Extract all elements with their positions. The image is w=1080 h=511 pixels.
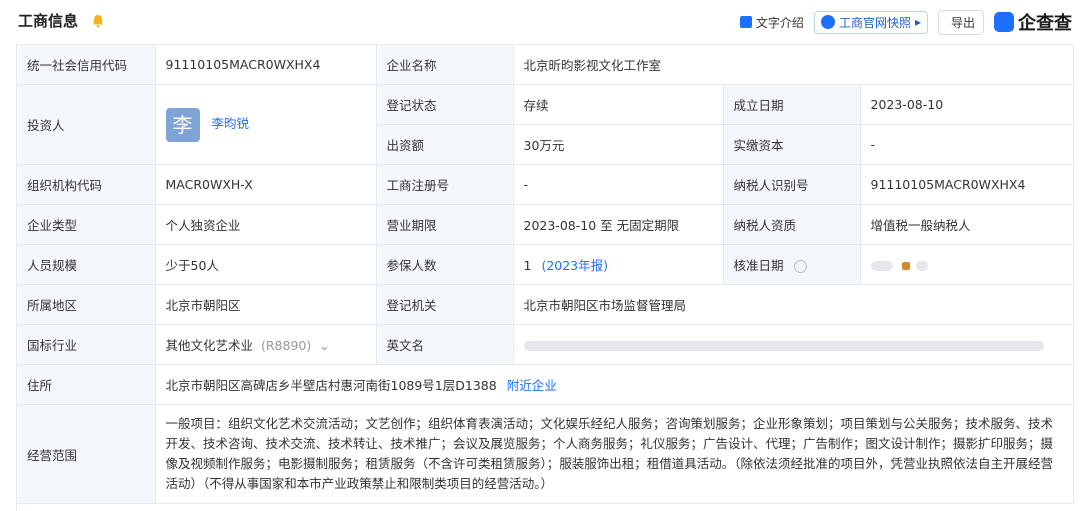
blurred-value — [523, 340, 1044, 351]
approval-date-label: 核准日期 — [733, 258, 784, 273]
scope-label: 经营范围 — [17, 404, 156, 504]
blurred-value — [916, 260, 929, 271]
credit-code-label: 统一社会信用代码 — [17, 45, 156, 85]
region-value: 北京市朝阳区 — [155, 284, 377, 325]
address-label: 住所 — [17, 364, 156, 405]
nearby-companies-link[interactable]: 附近企业 — [507, 378, 557, 393]
authority-value: 北京市朝阳区市场监督管理局 — [513, 284, 1074, 325]
approval-date-label-cell: 核准日期 — [723, 244, 861, 285]
credit-code-value: 91110105MACR0WXHX4 — [155, 45, 377, 85]
biz-reg-value: - — [513, 164, 724, 205]
approval-date-value — [860, 244, 1074, 285]
insured-cell: 1 (2023年报) — [513, 244, 724, 285]
table-row: 企业类型 个人独资企业 营业期限 2023-08-10 至 无固定期限 纳税人资… — [17, 204, 1074, 245]
toolbar: 文字介绍 工商官网快照 ▸ 导出 企查查 — [739, 8, 1072, 36]
paid-capital-value: - — [860, 124, 1074, 165]
english-name-label: 英文名 — [376, 324, 514, 365]
investor-name-link[interactable]: 李昀锐 — [211, 116, 249, 131]
reg-status-value: 存续 — [513, 84, 724, 125]
arrow-right-icon: ▸ — [914, 15, 921, 29]
qcc-logo-icon — [994, 12, 1014, 32]
company-name-value: 北京昕昀影视文化工作室 — [513, 45, 1074, 85]
info-icon[interactable] — [793, 260, 807, 273]
blurred-value — [870, 260, 893, 271]
section-title: 工商信息 — [18, 12, 79, 30]
industry-label: 国标行业 — [17, 324, 156, 365]
english-name-value — [513, 324, 1074, 365]
table-row: 经营范围 一般项目：组织文化艺术交流活动；文艺创作；组织体育表演活动；文化娱乐经… — [17, 404, 1074, 504]
bell-icon — [93, 15, 103, 28]
staff-value: 少于50人 — [155, 244, 377, 285]
company-name-label: 企业名称 — [376, 45, 514, 85]
table-row: 投资人 李 李昀锐 登记状态 存续 成立日期 2023-08-10 — [17, 84, 1074, 165]
text-intro-label: 文字介绍 — [755, 15, 804, 30]
capital-value: 30万元 — [513, 124, 724, 165]
table-row: 国标行业 其他文化艺术业 (R8890) ⌄ 英文名 — [17, 324, 1074, 365]
authority-label: 登记机关 — [376, 284, 514, 325]
business-info-table: 统一社会信用代码 91110105MACR0WXHX4 企业名称 北京昕昀影视文… — [16, 44, 1074, 511]
export-button[interactable]: 导出 — [937, 9, 984, 35]
insured-value: 1 — [523, 258, 532, 273]
staff-label: 人员规模 — [17, 244, 156, 285]
insured-year-link[interactable]: (2023年报) — [541, 258, 608, 273]
tax-id-label: 纳税人识别号 — [723, 164, 861, 205]
term-label: 营业期限 — [376, 204, 514, 245]
industry-cell[interactable]: 其他文化艺术业 (R8890) ⌄ — [155, 324, 377, 365]
company-type-value: 个人独资企业 — [155, 204, 377, 245]
capital-label: 出资额 — [376, 124, 514, 165]
term-value: 2023-08-10 至 无固定期限 — [513, 204, 724, 245]
export-label: 导出 — [950, 15, 975, 30]
avatar: 李 — [165, 107, 200, 142]
investor-label: 投资人 — [17, 84, 156, 165]
industry-code: (R8890) — [261, 338, 312, 353]
insured-label: 参保人数 — [376, 244, 514, 285]
lock-icon[interactable] — [902, 261, 911, 270]
address-value: 北京市朝阳区高碑店乡半壁店村惠河南街1089号1层D1388 — [165, 378, 497, 393]
snapshot-icon — [820, 15, 835, 29]
section-header: 工商信息 文字介绍 工商官网快照 ▸ 导出 企查查 — [0, 0, 1080, 44]
brand-logo: 企查查 — [994, 9, 1072, 35]
taxpayer-qual-value: 增值税一般纳税人 — [860, 204, 1074, 245]
region-label: 所属地区 — [17, 284, 156, 325]
reg-status-label: 登记状态 — [376, 84, 514, 125]
table-row: 统一社会信用代码 91110105MACR0WXHX4 企业名称 北京昕昀影视文… — [17, 45, 1074, 85]
found-date-label: 成立日期 — [723, 84, 861, 125]
scope-value: 一般项目：组织文化艺术交流活动；文艺创作；组织体育表演活动；文化娱乐经纪人服务；… — [155, 404, 1074, 504]
found-date-value: 2023-08-10 — [860, 84, 1074, 125]
org-code-value: MACR0WXH-X — [155, 164, 377, 205]
text-intro-button[interactable]: 文字介绍 — [739, 14, 804, 31]
table-row: 住所 北京市朝阳区高碑店乡半壁店村惠河南街1089号1层D1388 附近企业 — [17, 364, 1074, 405]
table-row: 组织机构代码 MACR0WXH-X 工商注册号 - 纳税人识别号 9111010… — [17, 164, 1074, 205]
table-row: 人员规模 少于50人 参保人数 1 (2023年报) 核准日期 — [17, 244, 1074, 285]
company-type-label: 企业类型 — [17, 204, 156, 245]
tax-id-value: 91110105MACR0WXHX4 — [860, 164, 1074, 205]
investor-cell: 李 李昀锐 — [155, 84, 377, 165]
taxpayer-qual-label: 纳税人资质 — [723, 204, 861, 245]
industry-value: 其他文化艺术业 — [165, 338, 254, 353]
biz-reg-label: 工商注册号 — [376, 164, 514, 205]
paid-capital-label: 实缴资本 — [723, 124, 861, 165]
brand-name: 企查查 — [1018, 13, 1072, 34]
org-code-label: 组织机构代码 — [17, 164, 156, 205]
snapshot-button[interactable]: 工商官网快照 ▸ — [813, 10, 928, 34]
chevron-down-icon[interactable]: ⌄ — [319, 338, 329, 353]
address-cell: 北京市朝阳区高碑店乡半壁店村惠河南街1089号1层D1388 附近企业 — [155, 364, 1074, 405]
snapshot-label: 工商官网快照 — [838, 15, 911, 30]
document-icon — [739, 16, 752, 28]
table-row: 所属地区 北京市朝阳区 登记机关 北京市朝阳区市场监督管理局 — [17, 284, 1074, 325]
